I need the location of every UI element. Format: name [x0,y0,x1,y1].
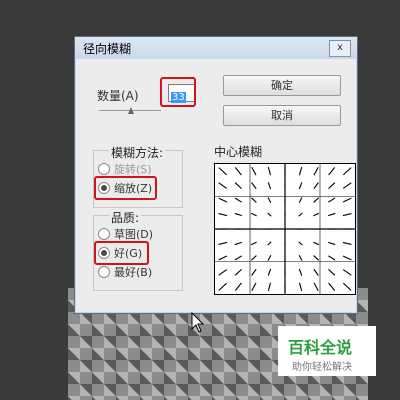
cancel-button[interactable]: 取消 [223,105,341,126]
center-blur-label: 中心模糊 [214,145,263,159]
dialog-title: 径向模糊 [83,42,132,56]
ok-button[interactable]: 确定 [223,75,341,96]
photoshop-workspace: 径向模糊 x 数量(A) 33 确定 取消 模糊方法: 旋转(S) 缩放(Z) … [0,0,400,400]
radio-draft[interactable] [98,228,110,240]
amount-highlight-box [160,77,196,107]
radio-best[interactable] [98,266,110,278]
watermark-title: 百科全说 [288,338,353,357]
blur-center-preview[interactable] [214,163,356,295]
watermark-subtitle: 助你轻松解决 [292,362,352,373]
mouse-cursor-icon [191,312,205,333]
blur-method-label: 模糊方法: [109,144,166,161]
zoom-highlight-box [94,176,157,200]
radio-best-label: 最好(B) [114,266,153,279]
watermark-logo: 百科全说 助你轻松解决 [278,326,376,376]
amount-slider-thumb[interactable] [128,107,134,114]
close-icon[interactable]: x [329,40,351,57]
radial-blur-dialog: 径向模糊 x 数量(A) 33 确定 取消 模糊方法: 旋转(S) 缩放(Z) … [74,36,358,314]
radio-draft-label: 草图(D) [114,228,154,241]
radio-spin[interactable] [98,163,110,175]
good-highlight-box [94,241,149,265]
radio-spin-label: 旋转(S) [114,163,152,176]
dialog-titlebar[interactable]: 径向模糊 x [75,37,357,59]
quality-label: 品质: [109,209,142,226]
blur-center-graphic [215,164,355,294]
amount-label: 数量(A) [97,89,139,103]
